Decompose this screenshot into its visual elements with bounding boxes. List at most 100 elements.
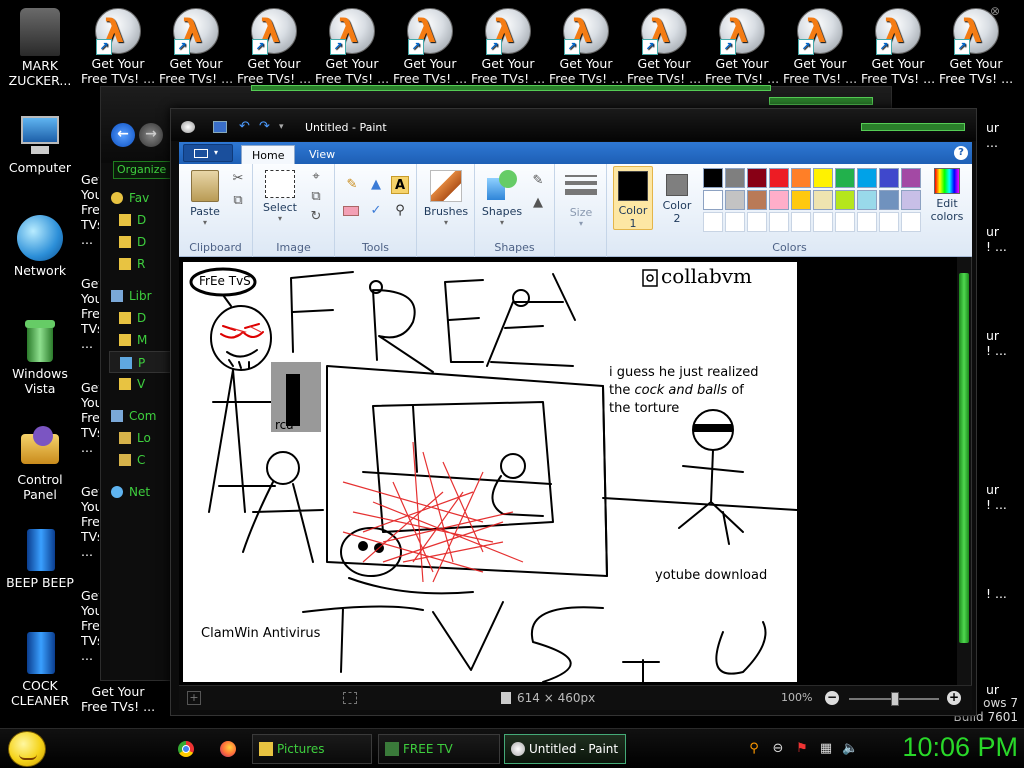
- tab-home[interactable]: Home: [241, 145, 296, 164]
- desktop-icon-mark-zucker[interactable]: MARK ZUCKER...: [0, 8, 80, 88]
- back-button[interactable]: ←: [111, 123, 135, 147]
- fill-icon[interactable]: ▲: [529, 194, 547, 212]
- palette-swatch[interactable]: [769, 190, 789, 210]
- desktop-icon-get-your-free-tvs[interactable]: λ ↗ Get Your Free TVs! ...: [234, 8, 314, 86]
- palette-swatch[interactable]: [769, 168, 789, 188]
- shapes-button[interactable]: Shapes ▾: [479, 170, 525, 227]
- palette-swatch[interactable]: [835, 190, 855, 210]
- paint-app-icon[interactable]: [181, 121, 195, 133]
- nav-pane-item[interactable]: M: [109, 329, 179, 351]
- select-button[interactable]: Select ▾: [259, 170, 301, 223]
- text-icon[interactable]: A: [391, 176, 409, 194]
- nav-pane-item[interactable]: Com: [109, 405, 179, 427]
- network-tray-icon[interactable]: ▦: [818, 741, 834, 757]
- nav-pane-item[interactable]: Net: [109, 481, 179, 503]
- palette-swatch[interactable]: [703, 168, 723, 188]
- palette-swatch[interactable]: [835, 168, 855, 188]
- action-center-flag-icon[interactable]: ⚑: [794, 741, 810, 757]
- start-button[interactable]: [8, 731, 46, 767]
- custom-color-slot[interactable]: [879, 212, 899, 232]
- taskbar-button[interactable]: Pictures: [252, 734, 372, 764]
- undo-icon[interactable]: ↶: [239, 120, 253, 133]
- chrome-icon[interactable]: [178, 741, 194, 757]
- desktop-icon-get-your-free-tvs[interactable]: λ ↗ Get Your Free TVs! ...: [390, 8, 470, 86]
- custom-color-slot[interactable]: [835, 212, 855, 232]
- rotate-icon[interactable]: ↻: [307, 208, 325, 226]
- palette-swatch[interactable]: [813, 168, 833, 188]
- magnifier-icon[interactable]: ⚲: [391, 202, 409, 220]
- palette-swatch[interactable]: [703, 190, 723, 210]
- outline-icon[interactable]: ✎: [529, 172, 547, 190]
- resize-icon[interactable]: ⧉: [307, 188, 325, 206]
- palette-swatch[interactable]: [857, 168, 877, 188]
- save-icon[interactable]: [213, 121, 227, 133]
- tab-view[interactable]: View: [299, 145, 345, 164]
- desktop-icon-cock-cleaner[interactable]: COCK CLEANER: [0, 630, 80, 708]
- palette-swatch[interactable]: [747, 168, 767, 188]
- fill-bucket-icon[interactable]: ▲: [367, 176, 385, 194]
- taskbar-button[interactable]: Untitled - Paint: [504, 734, 626, 764]
- palette-swatch[interactable]: [879, 168, 899, 188]
- redo-icon[interactable]: ↷: [259, 120, 273, 133]
- paint-menu-button[interactable]: ▾: [183, 144, 233, 162]
- nav-pane-item[interactable]: D: [109, 231, 179, 253]
- zoom-in-button[interactable]: +: [947, 691, 961, 705]
- desktop-icon-get-your-free-tvs[interactable]: λ ↗ Get Your Free TVs! ...: [858, 8, 938, 86]
- zoom-out-button[interactable]: −: [825, 691, 839, 705]
- nav-pane-item[interactable]: Fav: [109, 187, 179, 209]
- crop-icon[interactable]: ⌖: [307, 168, 325, 186]
- nav-pane-item[interactable]: Lo: [109, 427, 179, 449]
- desktop-icon-get-your-free-tvs[interactable]: λ ↗ Get Your Free TVs! ...: [156, 8, 236, 86]
- desktop-icon-beep-beep[interactable]: BEEP BEEP: [0, 527, 80, 590]
- cut-icon[interactable]: ✂: [229, 170, 247, 188]
- paint-window[interactable]: ↶ ↷ ▾ Untitled - Paint ▾ Home View ? Pas…: [170, 108, 977, 716]
- help-icon[interactable]: ?: [954, 146, 968, 160]
- palette-swatch[interactable]: [725, 168, 745, 188]
- palette-swatch[interactable]: [857, 190, 877, 210]
- eraser-icon[interactable]: [343, 202, 361, 220]
- custom-color-slot[interactable]: [747, 212, 767, 232]
- palette-swatch[interactable]: [791, 190, 811, 210]
- custom-color-slot[interactable]: [857, 212, 877, 232]
- nav-pane-item[interactable]: P: [109, 351, 179, 373]
- brushes-button[interactable]: Brushes ▾: [421, 170, 471, 227]
- nav-pane-item[interactable]: V: [109, 373, 179, 395]
- nav-pane-item[interactable]: Libr: [109, 285, 179, 307]
- custom-color-slot[interactable]: [813, 212, 833, 232]
- custom-color-slot[interactable]: [791, 212, 811, 232]
- palette-swatch[interactable]: [725, 190, 745, 210]
- firefox-icon[interactable]: [220, 741, 236, 757]
- desktop-icon-control-panel[interactable]: Control Panel: [0, 424, 80, 502]
- drawing-canvas[interactable]: FrEe TvS collabvm i guess he just realiz…: [183, 262, 797, 682]
- desktop-icon-network[interactable]: Network: [0, 215, 80, 278]
- custom-color-slot[interactable]: [725, 212, 745, 232]
- nav-pane-item[interactable]: D: [109, 307, 179, 329]
- zoom-slider[interactable]: [849, 692, 939, 706]
- volume-tray-icon[interactable]: 🔈: [842, 741, 858, 757]
- search-tray-icon[interactable]: ⚲: [746, 741, 762, 757]
- desktop-icon-get-your-free-tvs[interactable]: λ ↗ Get Your Free TVs! ...: [936, 8, 1016, 86]
- palette-swatch[interactable]: [791, 168, 811, 188]
- nav-pane-item[interactable]: D: [109, 209, 179, 231]
- color2-button[interactable]: Color 2: [657, 166, 697, 230]
- taskbar-clock[interactable]: 10:06 PM: [902, 732, 1018, 763]
- palette-swatch[interactable]: [813, 190, 833, 210]
- desktop-icon-get-your-free-tvs[interactable]: λ ↗ Get Your Free TVs! ...: [312, 8, 392, 86]
- custom-color-slot[interactable]: [703, 212, 723, 232]
- zoom-slider-knob[interactable]: [891, 692, 899, 706]
- pencil-icon[interactable]: ✎: [343, 176, 361, 194]
- palette-swatch[interactable]: [901, 190, 921, 210]
- organize-button[interactable]: Organize: [113, 161, 175, 179]
- explorer-caption-buttons[interactable]: [769, 97, 873, 105]
- desktop-icon-get-your-free-tvs[interactable]: λ ↗ Get Your Free TVs! ...: [702, 8, 782, 86]
- paint-caption-buttons[interactable]: [861, 123, 965, 131]
- desktop-icon-get-your-free-tvs[interactable]: λ ↗ Get Your Free TVs! ...: [78, 8, 158, 86]
- minus-tray-icon[interactable]: ⊖: [770, 741, 786, 757]
- edit-colors-button[interactable]: Edit colors: [927, 168, 967, 223]
- customize-qat-icon[interactable]: ▾: [279, 121, 293, 133]
- paste-button[interactable]: Paste ▾: [185, 170, 225, 227]
- desktop-corner-close-icon[interactable]: ⊗: [990, 4, 1004, 18]
- palette-swatch[interactable]: [879, 190, 899, 210]
- desktop-icon-get-your-free-tvs-bottom[interactable]: Get Your Free TVs! ...: [78, 684, 158, 714]
- desktop-icon-get-your-free-tvs[interactable]: λ ↗ Get Your Free TVs! ...: [624, 8, 704, 86]
